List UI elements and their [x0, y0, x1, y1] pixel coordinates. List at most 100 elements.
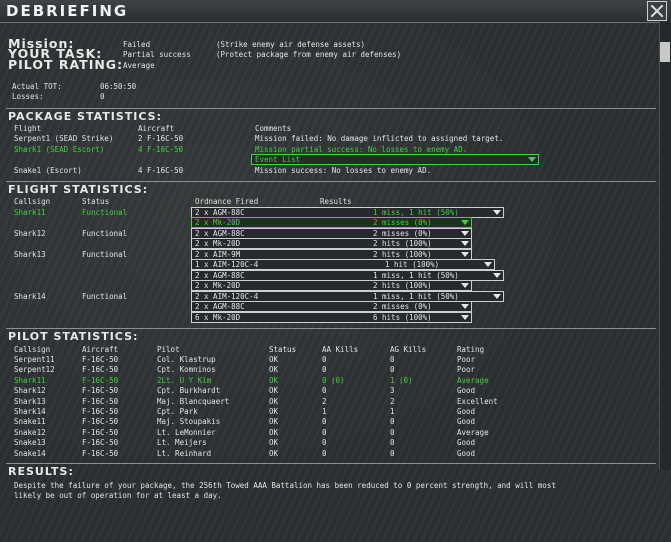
package-row-flight: Snake1 (Escort)	[14, 166, 82, 175]
chevron-down-icon	[461, 304, 469, 309]
losses-label: Losses:	[12, 92, 44, 101]
ordnance-dropdown[interactable]: 2 x Mk-20D 2 misses (0%)	[191, 217, 472, 228]
ordnance-dropdown[interactable]: 2 x Mk-20D 2 hits (100%)	[191, 238, 472, 249]
pilot-row-cell: Lt. Meijers	[157, 438, 207, 448]
ordnance-weapon: 2 x Mk-20D	[195, 218, 241, 227]
flight-callsign[interactable]: Shark11	[14, 208, 46, 217]
event-list-dropdown[interactable]: Event List	[251, 154, 539, 165]
flight-callsign[interactable]: Shark13	[14, 250, 46, 259]
ordnance-result: 1 miss, 1 hit (50%)	[373, 208, 459, 217]
package-statistics-header: PACKAGE STATISTICS:	[8, 110, 162, 123]
pilot-row-cell: Good	[457, 438, 476, 448]
pilot-row-callsign[interactable]: Serpent11	[14, 355, 55, 364]
flight-callsign[interactable]: Shark14	[14, 292, 46, 301]
ordnance-weapon: 2 x Mk-20D	[195, 281, 241, 290]
pilot-row-cell: F-16C-50	[82, 355, 119, 364]
close-icon[interactable]	[647, 1, 667, 21]
pilot-row-cell: Maj. Stoupakis	[157, 417, 221, 427]
package-row-flight-selected[interactable]: Shark1 (SEAD Escort)	[14, 145, 104, 154]
pilot-row-cell: Good	[457, 386, 476, 396]
ordnance-dropdown[interactable]: 6 x Mk-20D 6 hits (100%)	[191, 312, 472, 323]
pilot-row-callsign[interactable]: Shark13	[14, 397, 46, 406]
package-row-flight: Serpent1 (SEAD Strike)	[14, 134, 114, 143]
chevron-down-icon	[493, 210, 501, 215]
flight-col-ordnance: Ordnance Fired	[195, 197, 259, 206]
flight-col-results: Results	[320, 197, 352, 206]
package-row-comment: Mission failed: No damage inflicted to a…	[255, 134, 504, 143]
pilot-rating-value: Average	[123, 61, 155, 70]
pilot-row-cell: 2	[322, 396, 327, 406]
pilot-row-cell: 0	[390, 355, 395, 364]
pilot-row-callsign[interactable]: Serpent12	[14, 365, 55, 374]
pilot-row-cell: OK	[269, 355, 279, 364]
pilot-row-cell: OK	[269, 438, 279, 448]
pilot-row-callsign[interactable]: Shark11	[14, 376, 46, 385]
window-title: DEBRIEFING	[6, 2, 129, 20]
flight-callsign[interactable]: Shark12	[14, 229, 46, 238]
ordnance-dropdown[interactable]: 2 x AGM-88C 2 misses (0%)	[191, 301, 472, 312]
ordnance-weapon: 6 x Mk-20D	[195, 313, 241, 322]
pilot-row-callsign[interactable]: Shark12	[14, 386, 46, 395]
pilot-row-cell: Excellent	[457, 396, 498, 406]
chevron-down-icon	[493, 273, 501, 278]
pilot-row-callsign[interactable]: Snake11	[14, 417, 46, 426]
scrollbar-thumb[interactable]	[660, 42, 670, 62]
chevron-down-icon	[461, 220, 469, 225]
flight-statistics-header: FLIGHT STATISTICS:	[8, 183, 149, 196]
pilot-col-header: AA Kills	[322, 345, 359, 354]
pilot-row-cell: 0	[390, 417, 395, 427]
pilot-row-cell: OK	[269, 396, 279, 406]
ordnance-dropdown[interactable]: 1 x AIM-120C-4 1 hit (100%)	[191, 259, 495, 270]
flight-status: Functional	[82, 208, 128, 217]
pilot-row-cell: Lt. Reinhard	[157, 448, 212, 458]
ordnance-dropdown[interactable]: 2 x Mk-20D 2 hits (100%)	[191, 280, 472, 291]
divider	[6, 181, 656, 182]
chevron-down-icon	[484, 262, 492, 267]
ordnance-result: 1 hit (100%)	[385, 260, 440, 269]
pilot-row-cell: F-16C-50	[82, 448, 119, 458]
pilot-row-cell: 1 (0)	[390, 375, 413, 385]
ordnance-result: 2 misses (0%)	[373, 218, 432, 227]
flight-status: Functional	[82, 229, 128, 238]
pilot-row-callsign[interactable]: Snake14	[14, 449, 46, 458]
divider	[6, 108, 656, 109]
pilot-row-cell: 0	[390, 427, 395, 437]
ordnance-weapon: 2 x AGM-88C	[195, 229, 245, 238]
package-row-aircraft: 4 F-16C-50	[138, 145, 184, 154]
mission-description: (Strike enemy air defense assets)	[216, 40, 366, 49]
scrollbar-track[interactable]	[659, 22, 671, 470]
pilot-col-header: Pilot	[157, 345, 180, 354]
pilot-row-cell: OK	[269, 407, 279, 416]
pilot-row-callsign[interactable]: Snake13	[14, 438, 46, 447]
pilot-row-cell: Average	[457, 375, 489, 385]
pilot-row-cell: 0	[390, 438, 395, 448]
package-row-comment: Mission success: No losses to enemy AD.	[255, 166, 432, 175]
chevron-down-icon	[461, 231, 469, 236]
pilot-row-cell: Lt. LeMonnier	[157, 427, 216, 437]
pilot-col-header: Aircraft	[82, 345, 119, 354]
ordnance-result: 6 hits (100%)	[373, 313, 432, 322]
pilot-row-cell: OK	[269, 427, 279, 437]
ordnance-weapon: 2 x Mk-20D	[195, 239, 241, 248]
pilot-row-callsign[interactable]: Shark14	[14, 407, 46, 416]
pilot-row-cell: 0	[322, 427, 327, 437]
results-text-line: likely be out of operation for at least …	[14, 491, 222, 500]
pilot-row-cell: F-16C-50	[82, 427, 119, 437]
chevron-down-icon	[461, 283, 469, 288]
pilot-row-cell: 0	[390, 365, 395, 375]
results-header: RESULTS:	[8, 465, 74, 478]
pilot-row-cell: 0	[322, 417, 327, 427]
pilot-statistics-header: PILOT STATISTICS:	[8, 330, 139, 343]
package-col-flight: Flight	[14, 124, 42, 133]
pilot-row-cell: OK	[269, 448, 279, 458]
divider	[6, 328, 656, 329]
ordnance-weapon: 1 x AIM-120C-4	[195, 260, 259, 269]
task-value: Partial success	[123, 50, 191, 59]
pilot-row-cell: Good	[457, 407, 476, 416]
pilot-row-cell: OK	[269, 386, 279, 396]
chevron-down-icon	[528, 157, 536, 162]
ordnance-result: 1 miss, 1 hit (50%)	[373, 292, 459, 301]
pilot-row-cell: Col. Klastrup	[157, 355, 216, 364]
pilot-row-callsign[interactable]: Snake12	[14, 428, 46, 437]
pilot-row-cell: 3	[390, 386, 395, 396]
